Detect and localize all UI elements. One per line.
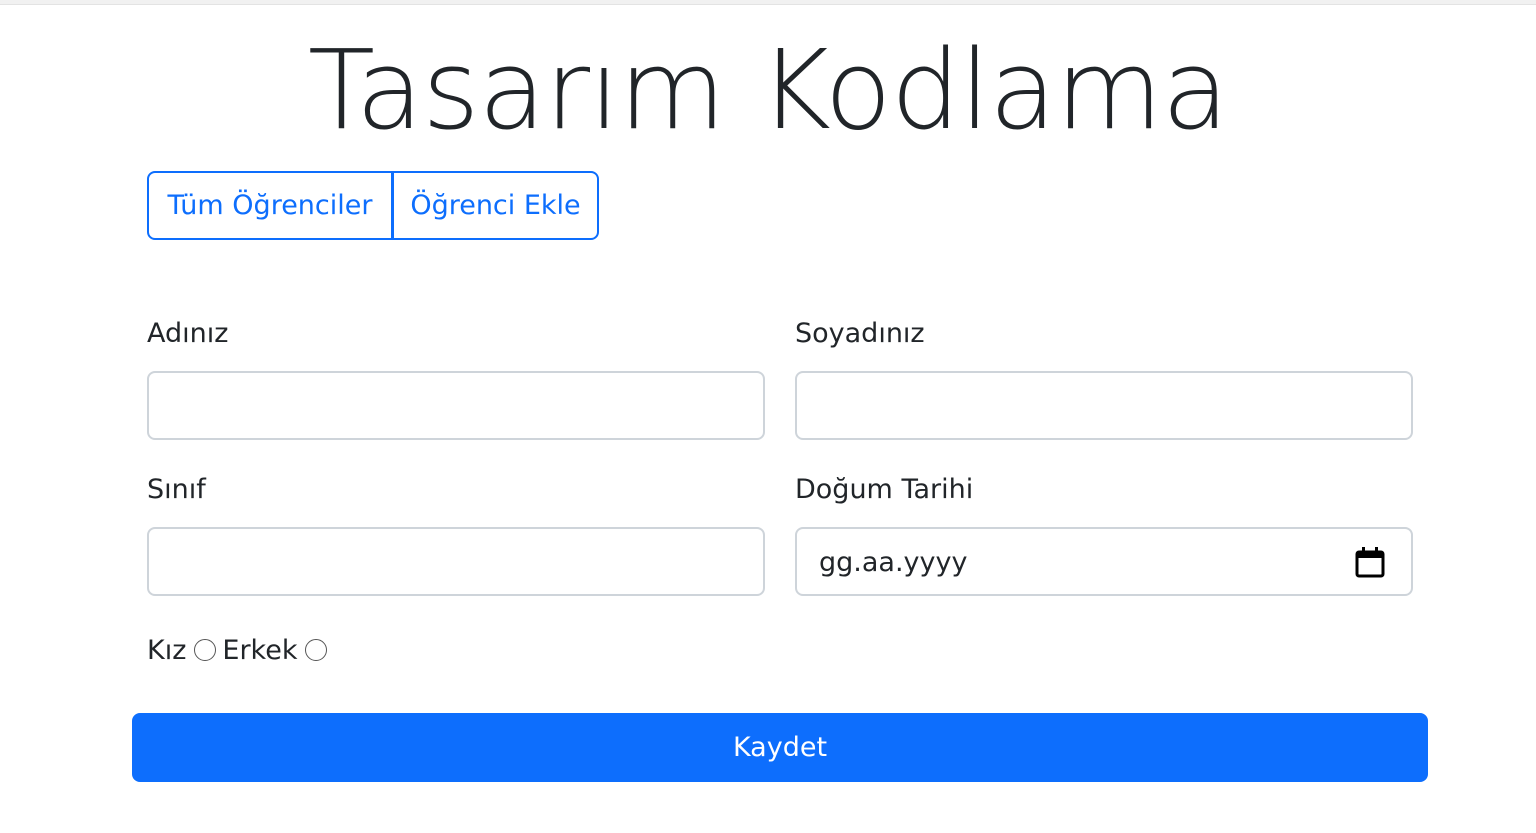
class-input[interactable] xyxy=(147,527,765,596)
class-label: Sınıf xyxy=(147,474,206,505)
last-name-input[interactable] xyxy=(795,371,1413,440)
save-button[interactable]: Kaydet xyxy=(132,713,1428,782)
gender-label-girl: Kız xyxy=(147,634,187,666)
gender-radio-girl[interactable] xyxy=(194,639,217,661)
nav-button-group: Tüm Öğrenciler Öğrenci Ekle xyxy=(147,171,599,240)
add-student-button[interactable]: Öğrenci Ekle xyxy=(392,171,599,240)
page-title: Tasarım Kodlama xyxy=(307,26,1229,154)
all-students-button[interactable]: Tüm Öğrenciler xyxy=(147,171,393,240)
birth-date-input[interactable]: gg.aa.yyyy xyxy=(795,527,1413,596)
first-name-input[interactable] xyxy=(147,371,765,440)
gender-radio-boy[interactable] xyxy=(305,639,328,661)
gender-label-boy: Erkek xyxy=(222,634,298,666)
calendar-icon[interactable] xyxy=(1355,546,1385,578)
birth-date-placeholder: gg.aa.yyyy xyxy=(819,547,968,578)
last-name-label: Soyadınız xyxy=(795,318,925,349)
birth-date-label: Doğum Tarihi xyxy=(795,474,974,505)
top-divider xyxy=(0,0,1536,5)
gender-radio-group: Kız Erkek xyxy=(147,630,333,670)
first-name-label: Adınız xyxy=(147,318,229,349)
